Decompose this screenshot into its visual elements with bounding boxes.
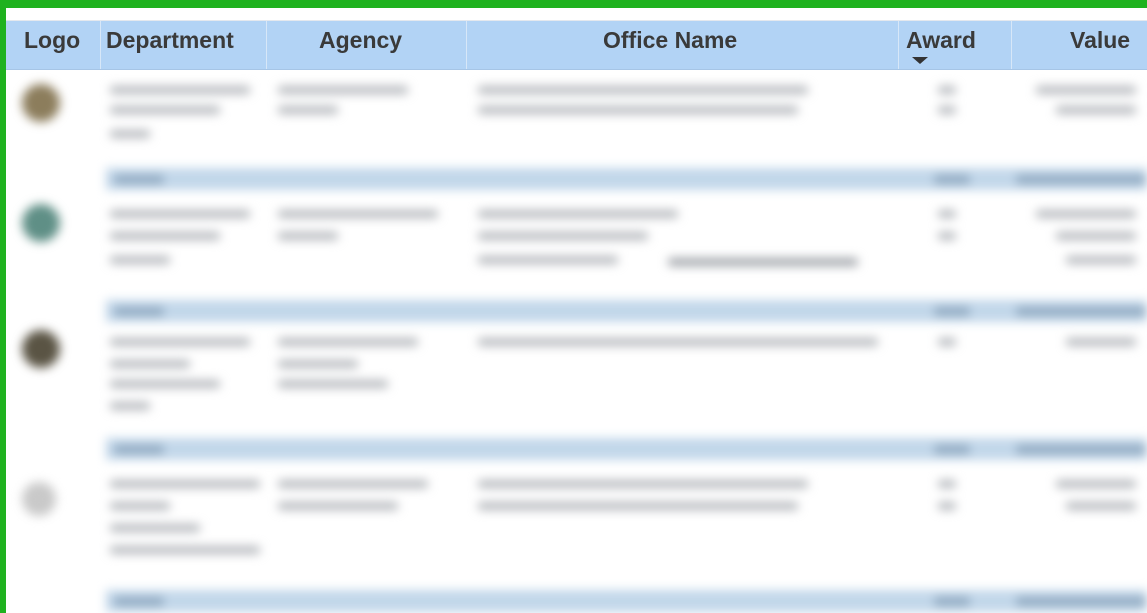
column-header-value-label: Value [1070,27,1131,53]
column-divider [1011,21,1012,69]
column-divider [266,21,267,69]
row-summary-bar [106,590,1147,612]
department-logo [22,84,60,122]
column-header-agency-label: Agency [319,27,403,53]
blurred-table-body [6,70,1147,613]
column-header-award-label: Award [906,27,976,53]
table-row[interactable] [6,320,1147,460]
column-header-logo[interactable]: Logo [24,21,106,69]
column-divider [898,21,899,69]
department-logo [22,204,60,242]
column-header-logo-label: Logo [24,27,81,53]
sort-descending-icon[interactable] [912,57,928,64]
results-table: Logo Department Agency Office Name Award… [6,8,1147,613]
row-summary-bar [106,300,1147,322]
table-row[interactable] [6,460,1147,613]
row-summary-bar [106,438,1147,460]
row-summary-bar [106,168,1147,190]
column-divider [466,21,467,69]
column-header-value[interactable]: Value [1070,21,1147,69]
column-header-office-name[interactable]: Office Name [603,21,803,69]
department-logo [22,482,56,516]
column-header-agency[interactable]: Agency [319,21,439,69]
table-header: Logo Department Agency Office Name Award… [6,21,1147,70]
department-logo [22,330,60,368]
column-header-department[interactable]: Department [106,21,266,69]
table-row[interactable] [6,192,1147,322]
column-divider [100,21,101,69]
top-divider [6,8,1147,21]
column-header-office-name-label: Office Name [603,27,738,53]
column-header-department-label: Department [106,27,234,53]
